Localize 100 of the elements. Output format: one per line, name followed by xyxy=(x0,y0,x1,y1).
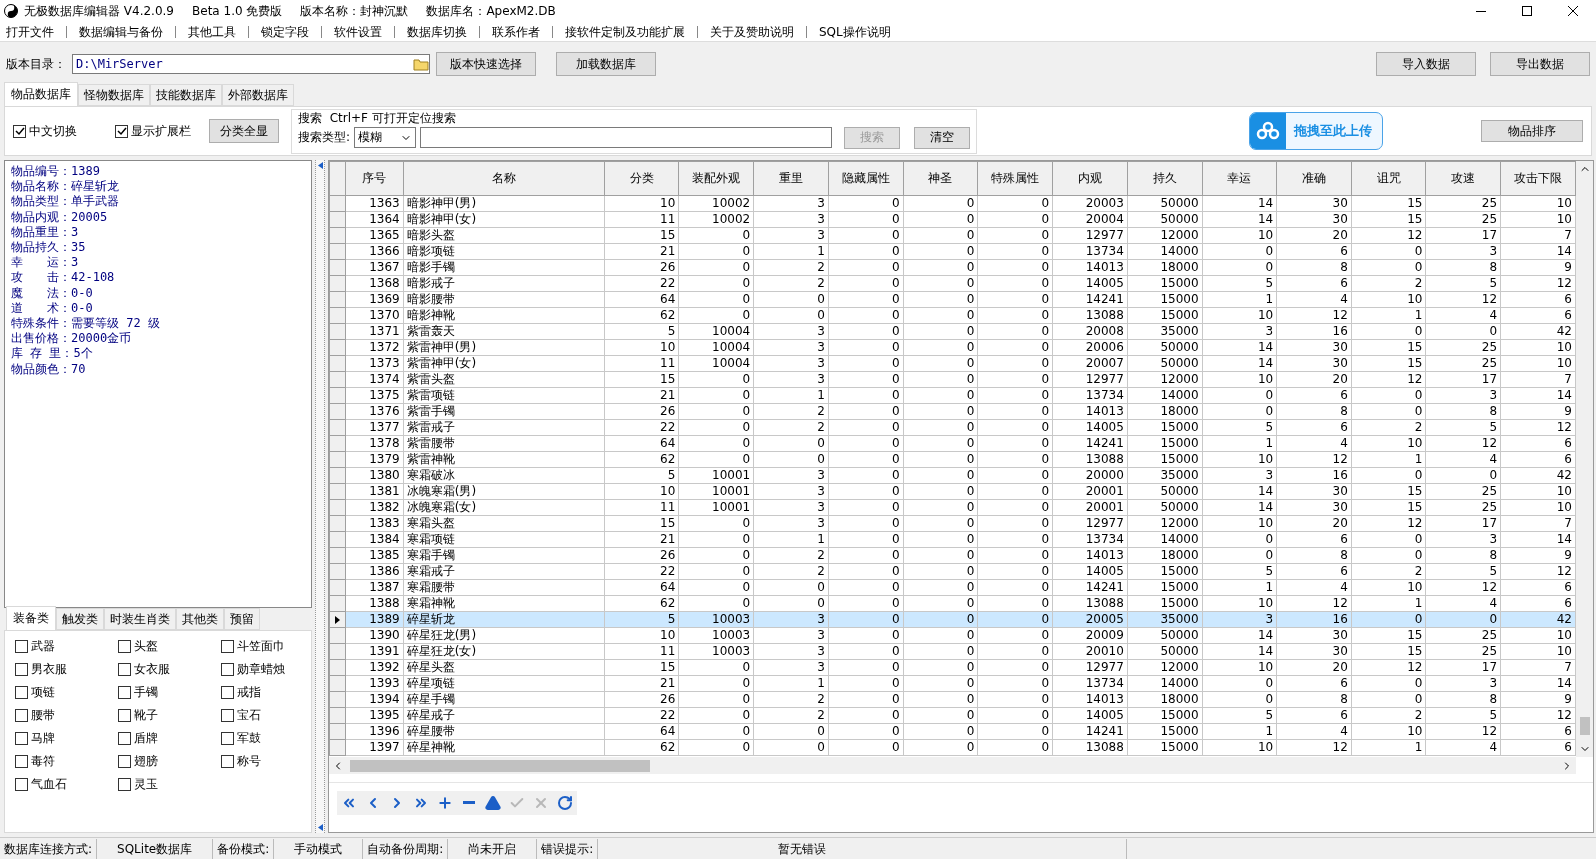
tab[interactable]: 外部数据库 xyxy=(222,84,294,106)
menu-item[interactable]: 锁定字段 xyxy=(261,25,322,38)
checkbox[interactable] xyxy=(221,755,234,768)
column-header[interactable]: 重里 xyxy=(753,161,829,196)
table-cell: 3 xyxy=(1426,531,1501,548)
export-button[interactable]: 导出数据 xyxy=(1490,52,1590,76)
table-cell: 6 xyxy=(1276,387,1352,404)
checkbox[interactable] xyxy=(118,755,131,768)
tab[interactable]: 时装生肖类 xyxy=(104,608,176,630)
checkbox-label: 武器 xyxy=(31,638,55,655)
scrollbar-thumb[interactable] xyxy=(350,759,650,772)
table-cell: 暗影头盔 xyxy=(403,227,605,244)
load-database-button[interactable]: 加载数据库 xyxy=(556,52,656,76)
left-triangle-icon[interactable] xyxy=(317,824,323,831)
column-header[interactable]: 攻击下限 xyxy=(1500,161,1576,196)
vertical-scrollbar[interactable] xyxy=(1576,161,1593,757)
menu-item[interactable]: 软件设置 xyxy=(334,25,395,38)
menu-item[interactable]: 其他工具 xyxy=(188,25,249,38)
refresh-button[interactable] xyxy=(553,790,577,815)
column-header[interactable]: 持久 xyxy=(1127,161,1203,196)
table-cell: 寒霜腰带 xyxy=(403,579,605,596)
directory-field[interactable]: D:\MirServer xyxy=(72,54,430,74)
table-cell: 0 xyxy=(678,259,754,276)
table-cell: 15000 xyxy=(1127,275,1203,292)
checkbox[interactable] xyxy=(15,640,28,653)
column-header[interactable]: 隐藏属性 xyxy=(828,161,904,196)
left-triangle-icon[interactable] xyxy=(317,162,323,169)
search-field[interactable] xyxy=(420,127,833,148)
checkbox[interactable] xyxy=(118,732,131,745)
checkbox[interactable] xyxy=(115,124,128,138)
show-all-button[interactable]: 分类全显 xyxy=(209,119,279,143)
table-cell: 1366 xyxy=(345,243,404,260)
clear-button[interactable]: 清空 xyxy=(914,126,971,149)
checkbox[interactable] xyxy=(15,732,28,745)
checkbox[interactable] xyxy=(221,640,234,653)
table-cell: 0 xyxy=(828,467,904,484)
table-cell: 冰魄寒霜(女) xyxy=(403,499,605,516)
checkbox[interactable] xyxy=(15,778,28,791)
column-header[interactable]: 名称 xyxy=(403,161,605,196)
checkbox[interactable] xyxy=(118,778,131,791)
column-header[interactable]: 诅咒 xyxy=(1351,161,1426,196)
first-record-button[interactable] xyxy=(337,790,361,815)
tab[interactable]: 预留 xyxy=(224,608,260,630)
table-cell: 暗影神甲(男) xyxy=(403,195,605,212)
table-cell: 0 xyxy=(903,387,978,404)
checkbox[interactable] xyxy=(118,709,131,722)
menu-item[interactable]: 数据编辑与备份 xyxy=(79,25,176,38)
menu-item[interactable]: 数据库切换 xyxy=(407,25,480,38)
checkbox[interactable] xyxy=(221,709,234,722)
column-header[interactable]: 序号 xyxy=(345,161,404,196)
column-header[interactable]: 幸运 xyxy=(1202,161,1277,196)
tab[interactable]: 触发类 xyxy=(56,608,104,630)
import-button[interactable]: 导入数据 xyxy=(1376,52,1476,76)
tab[interactable]: 怪物数据库 xyxy=(78,84,150,106)
table-cell: 3 xyxy=(753,643,829,660)
menu-item[interactable]: 关于及赞助说明 xyxy=(710,25,807,38)
menu-item[interactable]: SQL操作说明 xyxy=(819,25,903,38)
cloud-icon xyxy=(1256,121,1281,141)
horizontal-scrollbar[interactable] xyxy=(329,757,1576,774)
table-cell: 0 xyxy=(678,515,754,532)
table-cell: 1 xyxy=(1202,435,1277,452)
table-cell: 15000 xyxy=(1127,435,1203,452)
checkbox[interactable] xyxy=(15,686,28,699)
search-type-dropdown[interactable]: 模糊 xyxy=(354,127,417,148)
quick-select-button[interactable]: 版本快速选择 xyxy=(436,52,536,76)
checkbox[interactable] xyxy=(118,663,131,676)
tab[interactable]: 装备类 xyxy=(6,606,56,630)
tab[interactable]: 技能数据库 xyxy=(150,84,222,106)
column-header[interactable]: 内观 xyxy=(1052,161,1128,196)
column-header[interactable]: 准确 xyxy=(1276,161,1352,196)
menu-item[interactable]: 联系作者 xyxy=(492,25,553,38)
column-header[interactable]: 装配外观 xyxy=(678,161,754,196)
scrollbar-thumb[interactable] xyxy=(1579,717,1590,735)
table-cell: 10003 xyxy=(678,643,754,660)
checkbox[interactable] xyxy=(15,755,28,768)
menu-item[interactable]: 打开文件 xyxy=(6,25,67,38)
table-cell: 0 xyxy=(678,659,754,676)
checkbox[interactable] xyxy=(118,640,131,653)
menu-item[interactable]: 接软件定制及功能扩展 xyxy=(565,25,698,38)
checkbox[interactable] xyxy=(221,663,234,676)
sort-button[interactable]: 物品排序 xyxy=(1481,120,1583,142)
table-cell: 18000 xyxy=(1127,547,1203,564)
column-header[interactable]: 分类 xyxy=(604,161,679,196)
folder-icon[interactable] xyxy=(413,57,429,71)
checkbox[interactable] xyxy=(15,709,28,722)
table-cell: 13734 xyxy=(1052,675,1128,692)
column-header[interactable]: 神圣 xyxy=(903,161,978,196)
tab[interactable]: 物品数据库 xyxy=(4,82,78,106)
table-cell: 2 xyxy=(1351,275,1426,292)
tab[interactable]: 其他类 xyxy=(176,608,224,630)
table-cell: 3 xyxy=(1202,611,1277,628)
checkbox[interactable] xyxy=(221,732,234,745)
table-cell: 16 xyxy=(1276,323,1352,340)
checkbox[interactable] xyxy=(221,686,234,699)
table-cell: 1 xyxy=(1202,579,1277,596)
checkbox[interactable] xyxy=(118,686,131,699)
column-header[interactable]: 攻速 xyxy=(1426,161,1501,196)
checkbox[interactable] xyxy=(15,663,28,676)
column-header[interactable]: 特殊属性 xyxy=(977,161,1053,196)
checkbox[interactable] xyxy=(13,124,26,138)
